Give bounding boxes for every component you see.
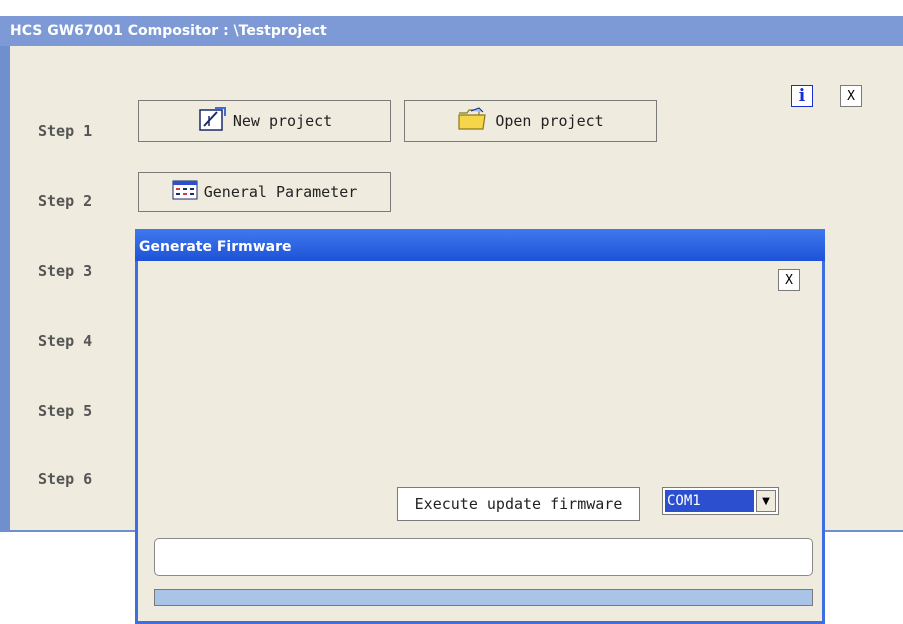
step-4-label: Step 4 bbox=[38, 332, 93, 350]
new-project-button[interactable]: New project bbox=[138, 100, 391, 142]
folder-open-icon bbox=[457, 107, 489, 135]
info-button[interactable]: i bbox=[791, 85, 813, 107]
open-project-button[interactable]: Open project bbox=[404, 100, 657, 142]
com-port-selected-value: COM1 bbox=[665, 490, 754, 512]
execute-update-firmware-label: Execute update firmware bbox=[414, 495, 623, 513]
step-6-label: Step 6 bbox=[38, 470, 93, 488]
info-icon: i bbox=[798, 86, 806, 106]
execute-update-firmware-button[interactable]: Execute update firmware bbox=[397, 487, 640, 521]
firmware-progress-bar bbox=[154, 589, 813, 606]
close-icon: X bbox=[785, 272, 793, 288]
progress-fill bbox=[155, 590, 812, 605]
new-project-label: New project bbox=[232, 112, 333, 130]
general-parameter-label: General Parameter bbox=[203, 183, 358, 201]
main-window-title: HCS GW67001 Compositor : \Testproject bbox=[0, 16, 903, 46]
step-2-label: Step 2 bbox=[38, 192, 93, 210]
close-button[interactable]: X bbox=[840, 85, 862, 107]
step-1-label: Step 1 bbox=[38, 122, 93, 140]
general-parameter-button[interactable]: General Parameter bbox=[138, 172, 391, 212]
new-project-icon bbox=[197, 106, 227, 136]
com-port-select[interactable]: COM1 ▼ bbox=[662, 487, 779, 515]
dialog-close-button[interactable]: X bbox=[778, 269, 800, 291]
step-3-label: Step 3 bbox=[38, 262, 93, 280]
chevron-down-icon[interactable]: ▼ bbox=[756, 490, 776, 512]
generate-firmware-dialog: Generate Firmware X Execute update firmw… bbox=[135, 229, 825, 624]
open-project-label: Open project bbox=[495, 112, 604, 130]
step-5-label: Step 5 bbox=[38, 402, 93, 420]
firmware-path-input[interactable] bbox=[154, 538, 813, 576]
parameter-table-icon bbox=[172, 179, 198, 205]
dialog-title: Generate Firmware bbox=[135, 229, 825, 261]
close-icon: X bbox=[847, 88, 855, 104]
